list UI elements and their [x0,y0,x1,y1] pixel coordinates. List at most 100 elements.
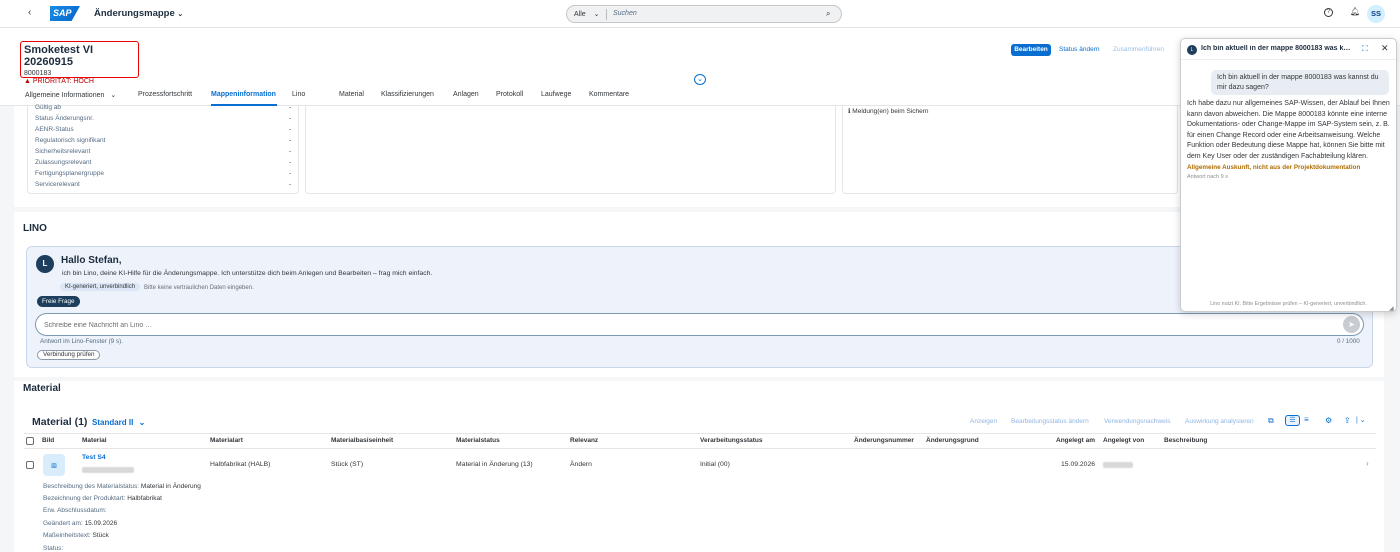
show-button[interactable]: Anzeigen [970,418,997,425]
detail-completion-date: Erw. Abschlussdatum: [43,507,107,514]
value-change-status: - [289,115,292,122]
tab-progress[interactable]: Prozessfortschritt [138,91,192,98]
value-approval: - [289,159,292,166]
chevron-down-icon: ⌄ [593,11,600,18]
column-description[interactable]: Beschreibung [1164,437,1207,444]
close-icon[interactable]: ✕ [1381,43,1389,54]
column-change-reason[interactable]: Änderungsgrund [926,437,979,444]
material-number-redacted [82,467,134,473]
detail-unit-text: Maßeinheitstext: Stück [43,532,109,539]
tab-folder-info[interactable]: Mappeninformation [211,91,276,98]
detail-changed-on: Geändert am: 15.09.2026 [43,520,118,527]
lino-message-field[interactable] [35,313,1364,336]
column-change-number[interactable]: Änderungsnummer [854,437,914,444]
column-material-status[interactable]: Materialstatus [456,437,500,444]
help-icon[interactable]: ? [1324,8,1333,17]
answer-note: Antwort im Lino-Fenster (9 s). [40,338,123,345]
gear-icon[interactable]: ⚙ [1325,416,1332,425]
check-connection-button[interactable]: Verbindung prüfen [37,350,101,360]
table-title: Material (1) [32,416,88,428]
material-section-title: Material [23,383,61,394]
impact-analysis-button[interactable]: Auswirkung analysieren [1185,418,1254,425]
value-valid-from: - [289,104,292,111]
column-material-type[interactable]: Materialart [210,437,243,444]
cell-material-status: Material in Änderung (13) [456,461,533,468]
bot-warning: Allgemeine Auskunft, nicht aus der Proje… [1187,164,1361,171]
select-all-checkbox[interactable] [26,437,34,445]
column-material[interactable]: Material [82,437,107,444]
free-question-chip[interactable]: Freie Frage [37,296,80,307]
list-view-icon[interactable]: ☰ [1285,415,1300,426]
search-icon[interactable]: ⌕ [826,9,830,19]
resize-handle-icon[interactable]: ◢ [1389,305,1394,312]
search-scope-select[interactable]: Alle ⌄ [574,10,600,18]
info-icon: ℹ [848,108,851,115]
row-checkbox[interactable] [26,461,34,469]
label-safety: Sicherheitsrelevant [35,148,91,155]
lino-greeting: Hallo Stefan, [61,255,122,266]
chevron-right-icon[interactable]: › [1366,459,1369,468]
search-separator [606,9,607,20]
chat-title: Ich bin aktuell in der mappe 8000183 was… [1201,45,1351,52]
cell-material-type: Halbfabrikat (HALB) [210,461,271,468]
bot-response-time: Antwort nach 9 s [1187,174,1228,180]
sap-logo[interactable]: SAP [50,6,80,21]
column-processing-status[interactable]: Verarbeitungsstatus [700,437,763,444]
variant-select[interactable]: Standard II ⌄ [92,418,145,427]
tab-comments[interactable]: Kommentare [589,91,629,98]
tab-lino[interactable]: Lino [292,91,305,98]
where-used-button[interactable]: Verwendungsnachweis [1104,418,1171,425]
column-relevance[interactable]: Relevanz [570,437,598,444]
back-icon[interactable]: ‹ [28,7,31,18]
cell-relevance: Ändern [570,461,592,468]
edit-button[interactable]: Bearbeiten [1011,44,1051,56]
lino-intro: ich bin Lino, deine KI-Hilfe für die Änd… [62,270,433,277]
material-image-icon: ⧈ [43,454,65,476]
export-icon[interactable]: ⇪ [1344,416,1351,425]
app-title[interactable]: Änderungsmappe ⌄ [94,8,183,19]
send-icon[interactable]: ➤ [1343,316,1360,333]
value-service: - [289,181,292,188]
edit-status-button[interactable]: Bearbeitungsstatus ändern [1011,418,1089,425]
collapse-header-button[interactable]: ⌄ [694,74,706,85]
chevron-down-icon[interactable]: | ⌄ [1356,416,1366,424]
cell-processing-status: Initial (00) [700,461,730,468]
column-base-unit[interactable]: Materialbasiseinheit [331,437,393,444]
column-created-on[interactable]: Angelegt am [1056,437,1095,444]
created-by-redacted [1103,462,1133,468]
fullscreen-icon[interactable]: ⛶ [1362,44,1368,54]
save-message: ℹ Meldung(en) beim Sichern [848,108,929,115]
merge-button[interactable]: Zusammenführen [1113,46,1164,53]
material-link[interactable]: Test S4 [82,454,106,461]
copy-icon[interactable]: ⧉ [1268,416,1274,426]
char-counter: 0 / 1000 [1337,338,1360,345]
chat-header: L Ich bin aktuell in der mappe 8000183 w… [1181,39,1396,60]
privacy-note: Bitte keine vertraulichen Daten eingeben… [144,285,254,291]
tab-classifications[interactable]: Klassifizierungen [381,91,434,98]
search-input[interactable]: Suchen [613,10,637,17]
table-toolbar [24,412,1376,432]
value-regulatory: - [289,137,292,144]
lino-card [26,246,1373,368]
column-created-by[interactable]: Angelegt von [1103,437,1144,444]
lino-message-input[interactable] [44,319,1324,331]
lino-section-title: LINO [23,223,47,234]
column-image[interactable]: Bild [42,437,54,444]
tab-general[interactable]: Allgemeine Informationen ⌄ [25,91,116,99]
tab-material[interactable]: Material [339,91,364,98]
tab-attachments[interactable]: Anlagen [453,91,479,98]
lino-bot-icon: L [36,255,54,273]
change-status-button[interactable]: Status ändern [1059,46,1099,53]
detail-status: Status: [43,545,64,552]
chevron-down-icon: ⌄ [110,92,117,99]
search-field[interactable]: Alle ⌄ Suchen ⌕ [566,5,842,23]
bot-message: Ich habe dazu nur allgemeines SAP-Wissen… [1187,100,1390,160]
chevron-down-icon: ⌄ [138,418,146,427]
details-view-icon[interactable]: ≡ [1304,415,1309,424]
tab-routes[interactable]: Laufwege [541,91,571,98]
warning-icon: ▲ [24,78,31,85]
avatar[interactable]: SS [1367,5,1385,23]
bell-icon[interactable]: 🔔︎ [1350,7,1360,16]
value-safety: - [289,148,292,155]
tab-log[interactable]: Protokoll [496,91,523,98]
